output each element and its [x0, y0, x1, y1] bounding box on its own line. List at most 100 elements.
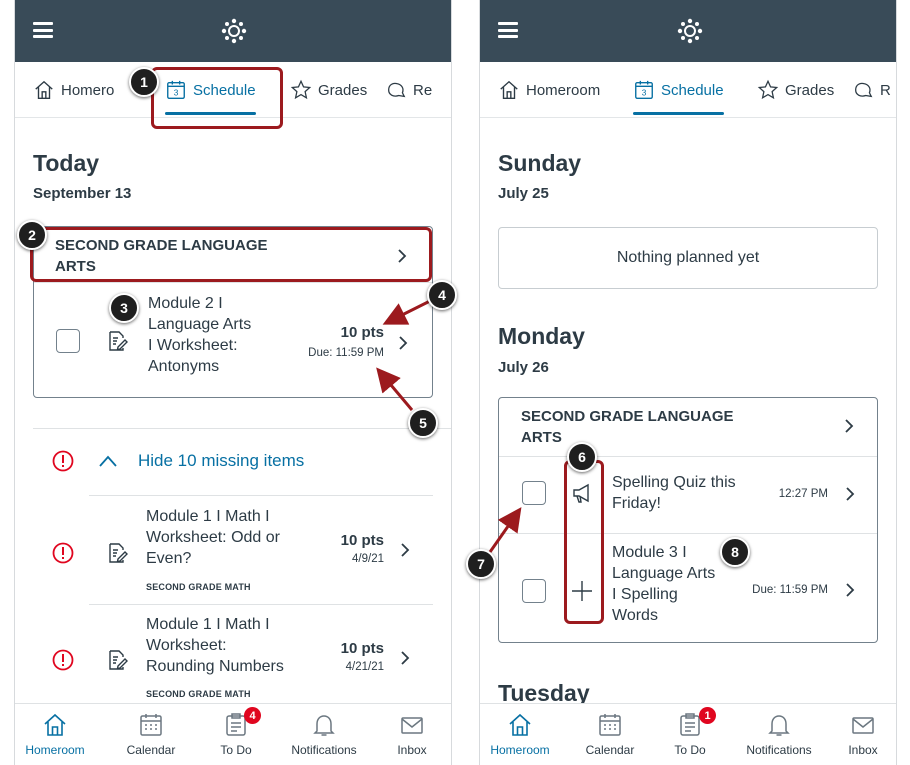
- todo-count-badge: 1: [699, 707, 716, 724]
- star-icon: [757, 79, 779, 100]
- day-title: Sunday: [498, 150, 582, 176]
- nav-calendar[interactable]: Calendar: [574, 704, 646, 765]
- nav-calendar[interactable]: Calendar: [115, 704, 187, 765]
- day-date: July 25: [498, 185, 549, 202]
- chevron-right-icon[interactable]: [398, 335, 408, 351]
- tab-schedule[interactable]: 3 Schedule: [633, 62, 724, 117]
- completion-checkbox[interactable]: [56, 329, 80, 353]
- schedule-content: Sunday July 25 Nothing planned yet Monda…: [480, 118, 896, 703]
- tab-schedule[interactable]: 3 Schedule: [165, 62, 256, 117]
- envelope-icon: [401, 717, 423, 734]
- missing-alert-icon: [52, 450, 74, 472]
- completion-checkbox[interactable]: [522, 579, 546, 603]
- top-app-bar: [15, 0, 451, 62]
- tab-bar: Homero 3 Schedule Grades Re: [15, 62, 451, 118]
- tab-resources-label: R: [880, 81, 891, 99]
- day-title: Today: [33, 150, 100, 176]
- announcement-icon: [573, 483, 589, 503]
- chevron-right-icon[interactable]: [397, 248, 407, 264]
- course-title[interactable]: SECOND GRADE LANGUAGE ARTS: [55, 235, 268, 277]
- divider: [89, 495, 433, 496]
- home-icon: [509, 713, 531, 736]
- nav-notifications[interactable]: Notifications: [277, 704, 371, 765]
- announcement-title[interactable]: Spelling Quiz this Friday!: [612, 472, 736, 514]
- home-icon: [35, 80, 53, 99]
- day-date: September 13: [33, 185, 132, 202]
- todo-count-badge: 4: [244, 707, 261, 724]
- annotation-marker: 5: [408, 408, 438, 438]
- annotation-marker: 1: [129, 67, 159, 97]
- day-title: Monday: [498, 323, 585, 349]
- course-title[interactable]: SECOND GRADE LANGUAGE ARTS: [521, 406, 734, 448]
- divider: [499, 456, 877, 457]
- nav-inbox[interactable]: Inbox: [381, 704, 443, 765]
- chevron-up-icon[interactable]: [98, 454, 118, 468]
- missing-alert-icon: [52, 542, 74, 564]
- divider: [34, 282, 432, 283]
- active-tab-indicator: [633, 112, 724, 115]
- home-icon: [500, 80, 518, 99]
- assignment-icon: [109, 650, 128, 670]
- points-label: 10 pts: [340, 532, 384, 549]
- chevron-right-icon[interactable]: [845, 486, 855, 502]
- envelope-icon: [852, 717, 874, 734]
- tab-resources[interactable]: R: [852, 62, 891, 117]
- assignment-title[interactable]: Module 2 I Language Arts I Worksheet: An…: [148, 293, 251, 377]
- tab-grades-label: Grades: [318, 81, 368, 99]
- nav-inbox[interactable]: Inbox: [832, 704, 894, 765]
- day-title: Tuesday: [498, 680, 590, 703]
- schedule-content: Today September 13 SECOND GRADE LANGUAGE…: [15, 118, 451, 703]
- annotation-marker: 4: [427, 280, 457, 310]
- svg-text:3: 3: [642, 89, 647, 98]
- top-app-bar: [480, 0, 896, 62]
- tab-resources[interactable]: Re: [385, 62, 432, 117]
- calendar-icon: [599, 714, 621, 736]
- nothing-planned-card: Nothing planned yet: [498, 227, 878, 289]
- canvas-logo-icon: [221, 18, 247, 44]
- due-label: Due: 11:59 PM: [752, 584, 828, 596]
- date-label: 4/9/21: [352, 553, 384, 565]
- assignment-icon: [109, 543, 128, 563]
- tab-homeroom[interactable]: Homero: [33, 62, 115, 117]
- bottom-navigation: Homeroom Calendar To Do 4 Notifications …: [15, 703, 451, 765]
- divider: [499, 533, 877, 534]
- annotation-marker: 6: [567, 442, 597, 472]
- missing-item-title[interactable]: Module 1 I Math I Worksheet: Rounding Nu…: [146, 614, 284, 677]
- annotation-marker: 8: [720, 537, 750, 567]
- day-date: July 26: [498, 359, 549, 376]
- assignment-icon: [109, 331, 128, 351]
- divider: [33, 428, 451, 429]
- tab-grades[interactable]: Grades: [757, 62, 835, 117]
- tab-homeroom-label: Homero: [61, 81, 115, 99]
- resources-icon: [855, 82, 873, 98]
- chevron-right-icon[interactable]: [400, 542, 410, 558]
- missing-item-title[interactable]: Module 1 I Math I Worksheet: Odd or Even…: [146, 506, 280, 569]
- active-tab-indicator: [165, 112, 256, 115]
- completion-checkbox[interactable]: [522, 481, 546, 505]
- hamburger-menu-icon[interactable]: [33, 22, 53, 38]
- points-label: 10 pts: [340, 324, 384, 341]
- tab-schedule-label: Schedule: [661, 81, 724, 99]
- tab-grades[interactable]: Grades: [290, 62, 368, 117]
- chevron-right-icon[interactable]: [400, 650, 410, 666]
- points-label: 10 pts: [340, 640, 384, 657]
- right-phone-screen: Homeroom 3 Schedule Grades R Sunday July…: [479, 0, 897, 765]
- resources-icon: [388, 82, 406, 98]
- tab-schedule-label: Schedule: [193, 81, 256, 99]
- divider: [89, 604, 433, 605]
- calendar-icon: [140, 714, 162, 736]
- star-icon: [290, 79, 312, 100]
- nav-homeroom[interactable]: Homeroom: [19, 704, 91, 765]
- module-item-title[interactable]: Module 3 I Language Arts I Spelling Word…: [612, 542, 715, 626]
- missing-item-course: SECOND GRADE MATH: [146, 689, 251, 699]
- hide-missing-items-button[interactable]: Hide 10 missing items: [138, 451, 304, 471]
- canvas-logo-icon: [677, 18, 703, 44]
- tab-homeroom[interactable]: Homeroom: [498, 62, 600, 117]
- tab-grades-label: Grades: [785, 81, 835, 99]
- chevron-right-icon[interactable]: [844, 418, 854, 434]
- nav-notifications[interactable]: Notifications: [732, 704, 826, 765]
- chevron-right-icon[interactable]: [845, 582, 855, 598]
- hamburger-menu-icon[interactable]: [498, 22, 518, 38]
- nav-homeroom[interactable]: Homeroom: [484, 704, 556, 765]
- plus-icon: [572, 581, 592, 601]
